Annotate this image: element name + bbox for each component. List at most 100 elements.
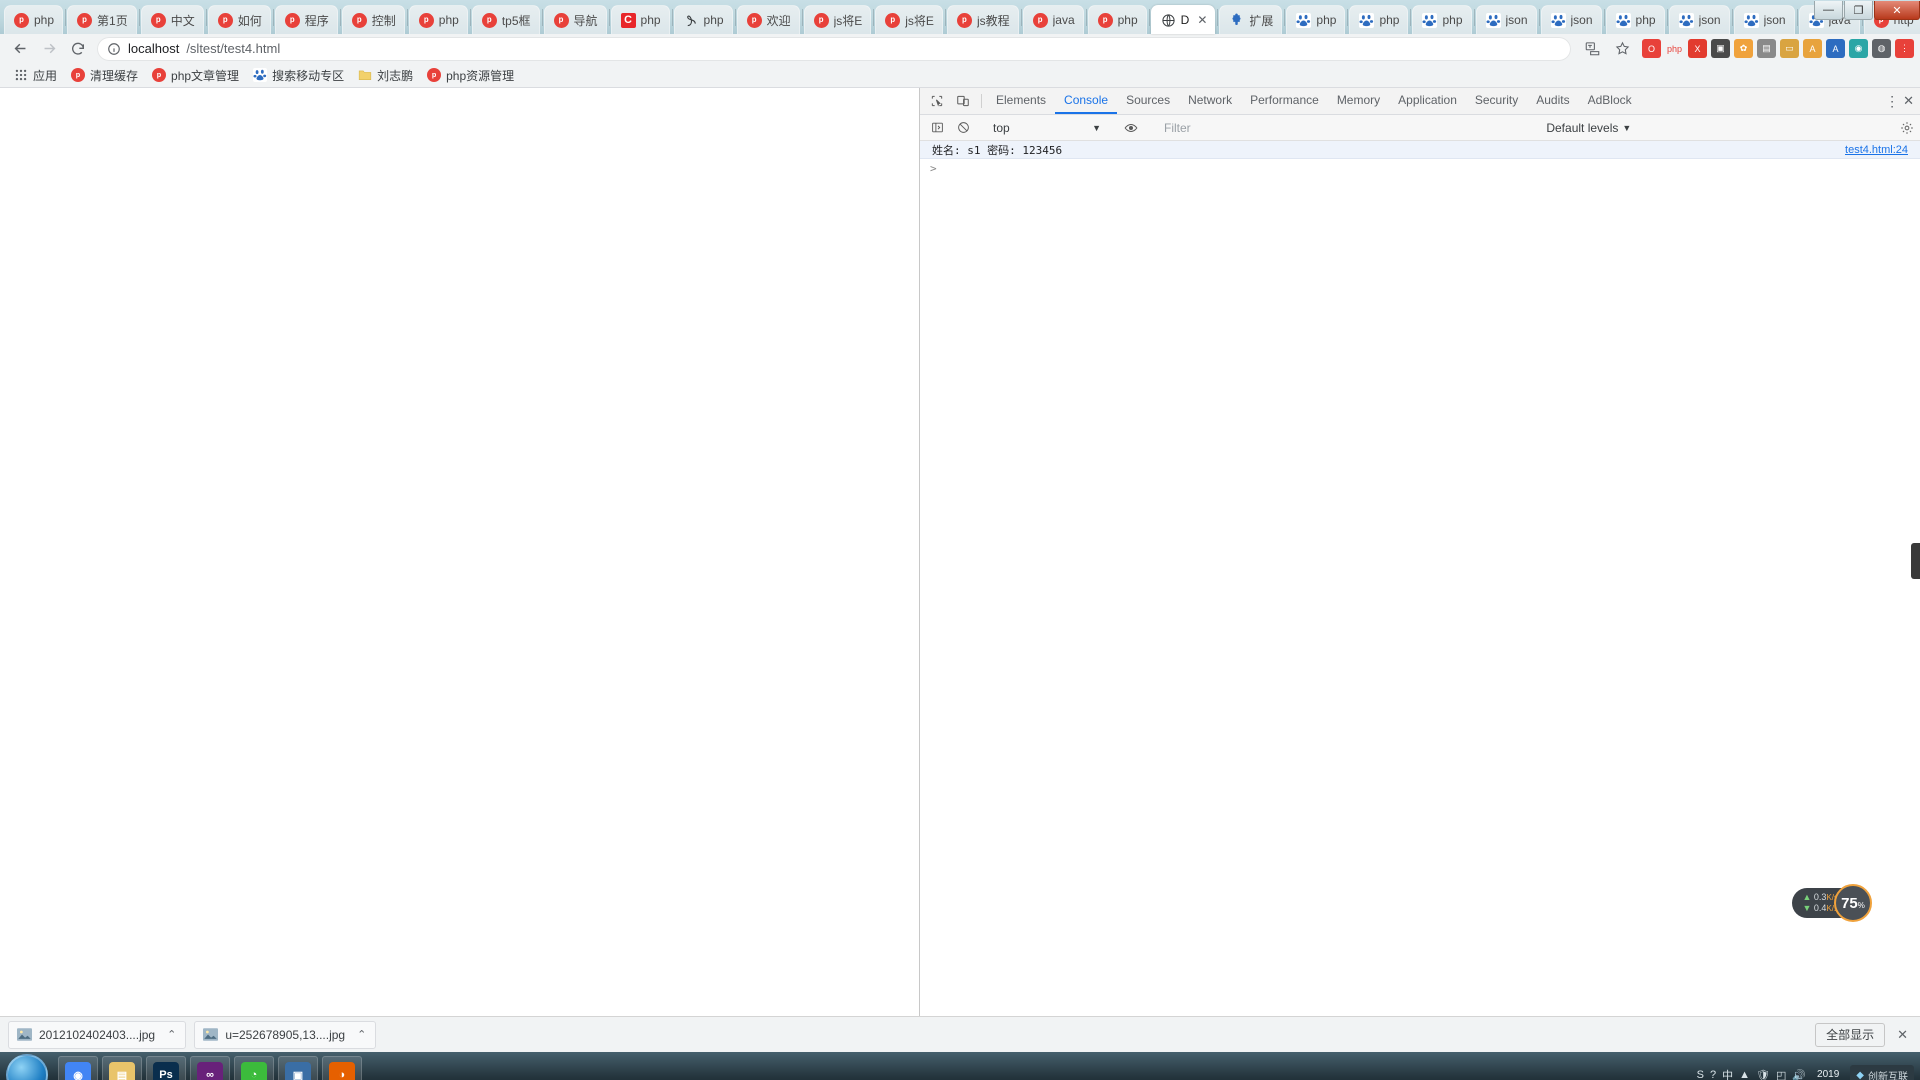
browser-tab[interactable]: Cphp (610, 5, 670, 34)
close-tab-icon[interactable]: ✕ (1194, 13, 1210, 27)
console-output[interactable]: 姓名: s1 密码: 123456 test4.html:24 > (920, 141, 1920, 1016)
devtools-tab-elements[interactable]: Elements (987, 88, 1055, 114)
device-toolbar-icon[interactable] (950, 88, 976, 114)
browser-tab[interactable]: p php (408, 5, 468, 34)
browser-tab[interactable]: php (1605, 5, 1665, 34)
cpu-usage-circle[interactable]: 75% (1834, 884, 1872, 922)
bookmark-item[interactable]: 应用 (8, 64, 63, 87)
opera-red-icon[interactable]: O (1642, 39, 1661, 58)
browser-tab[interactable]: p js将E (875, 5, 943, 34)
download-item[interactable]: u=252678905,13....jpg ⌃ (194, 1020, 377, 1049)
visual-studio-taskbar-icon[interactable]: ∞ (190, 1056, 230, 1080)
download-menu-caret-icon[interactable]: ⌃ (162, 1028, 181, 1041)
dark-ext-icon[interactable]: ▣ (1711, 39, 1730, 58)
browser-tab[interactable]: json (1475, 5, 1537, 34)
console-prompt[interactable]: > (920, 159, 1920, 177)
browser-tab[interactable]: p php (4, 5, 64, 34)
console-sidebar-icon[interactable] (924, 121, 950, 134)
orange-ext-icon[interactable]: A (1803, 39, 1822, 58)
close-icon-shelf[interactable]: ✕ (1893, 1027, 1912, 1043)
minimize-button[interactable]: — (1814, 1, 1843, 20)
browser-tab[interactable]: p 如何 (207, 5, 271, 34)
caret-tray-icon[interactable]: ▲ (1739, 1069, 1750, 1080)
explorer-taskbar-icon[interactable]: ▤ (102, 1056, 142, 1080)
devtools-tab-performance[interactable]: Performance (1241, 88, 1328, 114)
browser-tab[interactable]: php (1349, 5, 1409, 34)
image-ext-icon[interactable]: ▤ (1757, 39, 1776, 58)
photoshop-taskbar-icon[interactable]: Ps (146, 1056, 186, 1080)
firefox-taskbar-icon[interactable]: ◑ (322, 1056, 362, 1080)
devtools-tab-audits[interactable]: Audits (1527, 88, 1578, 114)
browser-tab[interactable]: p java (1022, 5, 1084, 34)
close-icon[interactable]: ✕ (1903, 93, 1914, 109)
bookmark-item[interactable]: p 清理缓存 (65, 64, 144, 87)
inspect-element-icon[interactable] (924, 88, 950, 114)
blue-ext-icon[interactable]: A (1826, 39, 1845, 58)
devtools-tab-console[interactable]: Console (1055, 88, 1118, 114)
windows-start-orb[interactable] (6, 1054, 48, 1080)
star-icon[interactable] (1608, 36, 1636, 62)
network-tray-icon[interactable]: ◰ (1776, 1069, 1786, 1080)
xmind-ext-icon[interactable]: X (1688, 39, 1707, 58)
clear-console-icon[interactable] (950, 121, 976, 134)
browser-tab[interactable]: php (1412, 5, 1472, 34)
browser-tab[interactable]: p js将E (803, 5, 872, 34)
show-all-downloads-button[interactable]: 全部显示 (1815, 1022, 1886, 1047)
page-info-icon[interactable] (107, 42, 121, 56)
bookmark-item[interactable]: p php文章管理 (146, 64, 245, 87)
browser-tab[interactable]: 扩展 (1219, 5, 1283, 34)
volume-tray-icon[interactable]: 🔊 (1792, 1069, 1806, 1080)
help-tray-icon[interactable]: ? (1710, 1069, 1716, 1080)
browser-tab[interactable]: p tp5框 (471, 5, 540, 34)
devtools-tab-application[interactable]: Application (1389, 88, 1466, 114)
bookmark-item[interactable]: p php资源管理 (421, 64, 520, 87)
page-content-area[interactable] (0, 88, 920, 1016)
gear-icon[interactable] (1894, 121, 1920, 135)
teal-ext-icon[interactable]: ◉ (1849, 39, 1868, 58)
devtools-tab-network[interactable]: Network (1179, 88, 1241, 114)
more-vertical-icon[interactable]: ⋮ (1885, 93, 1899, 110)
browser-tab-active[interactable]: D ✕ (1150, 5, 1216, 34)
maximize-button[interactable]: ❐ (1844, 1, 1873, 20)
wechat-taskbar-icon[interactable]: ◔ (234, 1056, 274, 1080)
sogou-tray-icon[interactable]: S (1697, 1069, 1704, 1080)
browser-tab[interactable]: p 程序 (274, 5, 338, 34)
network-speed-widget[interactable]: ▲ 0.3K/s ▼ 0.4K/s 75% (1792, 884, 1872, 922)
shield-tray-icon[interactable]: 🛡 (1756, 1069, 1770, 1080)
console-levels-selector[interactable]: Default levels ▼ (1546, 121, 1631, 135)
flower-ext-icon[interactable]: ✿ (1734, 39, 1753, 58)
browser-tab[interactable]: p 中文 (140, 5, 204, 34)
console-log-row[interactable]: 姓名: s1 密码: 123456 test4.html:24 (920, 141, 1920, 159)
console-filter-input[interactable]: Filter (1155, 121, 1415, 135)
browser-tab[interactable]: p js教程 (946, 5, 1019, 34)
browser-tab[interactable]: php (673, 5, 733, 34)
console-context-selector[interactable]: top ▼ (987, 121, 1107, 135)
reload-icon[interactable] (64, 36, 92, 62)
back-arrow-icon[interactable] (6, 36, 34, 62)
close-window-button[interactable]: ✕ (1874, 1, 1920, 20)
browser-tab[interactable]: php (1286, 5, 1346, 34)
browser-tab[interactable]: json (1668, 5, 1730, 34)
bookmark-item[interactable]: 搜索移动专区 (247, 64, 350, 87)
address-bar[interactable]: localhost/sltest/test4.html (97, 36, 1571, 61)
download-item[interactable]: 2012102402403....jpg ⌃ (8, 1020, 187, 1049)
window-controls[interactable]: — ❐ ✕ (1813, 1, 1920, 20)
menu-icon[interactable]: ⋮ (1895, 39, 1914, 58)
browser-tab[interactable]: p 控制 (341, 5, 405, 34)
notepad-taskbar-icon[interactable]: ▣ (278, 1056, 318, 1080)
download-menu-caret-icon[interactable]: ⌃ (352, 1028, 371, 1041)
console-log-source-link[interactable]: test4.html:24 (1845, 144, 1908, 156)
devtools-tab-adblock[interactable]: AdBlock (1579, 88, 1641, 114)
folder-ext-icon[interactable]: ▭ (1780, 39, 1799, 58)
side-panel-handle[interactable] (1911, 543, 1920, 579)
chrome-taskbar-icon[interactable]: ◉ (58, 1056, 98, 1080)
profile-icon[interactable]: ◍ (1872, 39, 1891, 58)
devtools-tab-memory[interactable]: Memory (1328, 88, 1389, 114)
live-expression-icon[interactable] (1118, 121, 1144, 135)
browser-tab[interactable]: json (1540, 5, 1602, 34)
browser-tab[interactable]: p php (1087, 5, 1147, 34)
input-tray-icon[interactable]: 中 (1722, 1067, 1733, 1080)
forward-arrow-icon[interactable] (35, 36, 63, 62)
browser-tab[interactable]: p 第1页 (67, 5, 137, 34)
browser-tab[interactable]: json (1733, 5, 1795, 34)
